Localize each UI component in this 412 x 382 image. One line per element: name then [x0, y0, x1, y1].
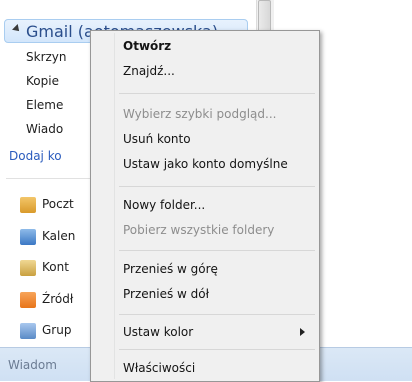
folder-item-messages[interactable]: Wiado	[26, 118, 63, 140]
menu-item-find[interactable]: Znajdź...	[93, 60, 317, 82]
menu-separator	[119, 250, 315, 251]
menu-item-label: Przenieś w górę	[123, 262, 218, 276]
menu-item-move-down[interactable]: Przenieś w dół	[93, 283, 317, 305]
menu-item-label: Pobierz wszystkie foldery	[123, 223, 275, 237]
mail-icon	[20, 197, 36, 213]
contacts-icon	[20, 260, 36, 276]
menu-item-label: Ustaw kolor	[123, 325, 194, 339]
menu-item-label: Właściwości	[123, 361, 196, 375]
rss-feed-icon	[20, 292, 36, 308]
folder-item-sent[interactable]: Eleme	[26, 94, 63, 116]
context-menu: Otwórz Znajdź... Wybierz szybki podgląd.…	[90, 30, 320, 382]
expand-arrow-icon[interactable]	[12, 24, 22, 34]
folder-item-inbox[interactable]: Skrzyn	[26, 46, 67, 68]
menu-item-quick-view: Wybierz szybki podgląd...	[93, 103, 317, 125]
menu-item-download-folders: Pobierz wszystkie foldery	[93, 219, 317, 241]
folder-item-drafts[interactable]: Kopie	[26, 70, 59, 92]
calendar-icon	[20, 229, 36, 245]
menu-item-open[interactable]: Otwórz	[93, 35, 317, 57]
menu-item-set-color[interactable]: Ustaw kolor	[93, 321, 317, 343]
menu-separator	[119, 186, 315, 187]
menu-item-set-default[interactable]: Ustaw jako konto domyślne	[93, 153, 317, 175]
menu-item-label: Ustaw jako konto domyślne	[123, 157, 288, 171]
status-text: Wiadom	[8, 358, 57, 372]
submenu-arrow-icon	[300, 328, 305, 336]
menu-separator	[119, 93, 315, 94]
menu-item-label: Wybierz szybki podgląd...	[123, 107, 277, 121]
module-label: Źródł	[42, 292, 74, 306]
menu-item-properties[interactable]: Właściwości	[93, 357, 317, 379]
menu-item-move-up[interactable]: Przenieś w górę	[93, 258, 317, 280]
menu-item-label: Przenieś w dół	[123, 287, 210, 301]
menu-item-label: Otwórz	[123, 39, 172, 53]
newsgroup-icon	[20, 323, 36, 339]
menu-separator	[119, 349, 315, 350]
module-label: Poczt	[42, 197, 74, 211]
menu-item-label: Nowy folder...	[123, 198, 206, 212]
menu-item-label: Znajdź...	[123, 64, 175, 78]
menu-item-new-folder[interactable]: Nowy folder...	[93, 194, 317, 216]
menu-item-delete-account[interactable]: Usuń konto	[93, 128, 317, 150]
menu-item-label: Usuń konto	[123, 132, 191, 146]
module-label: Kalen	[42, 229, 76, 243]
menu-separator	[119, 314, 315, 315]
add-account-link[interactable]: Dodaj ko	[9, 149, 62, 163]
module-label: Grup	[42, 323, 72, 337]
module-label: Kont	[42, 260, 69, 274]
